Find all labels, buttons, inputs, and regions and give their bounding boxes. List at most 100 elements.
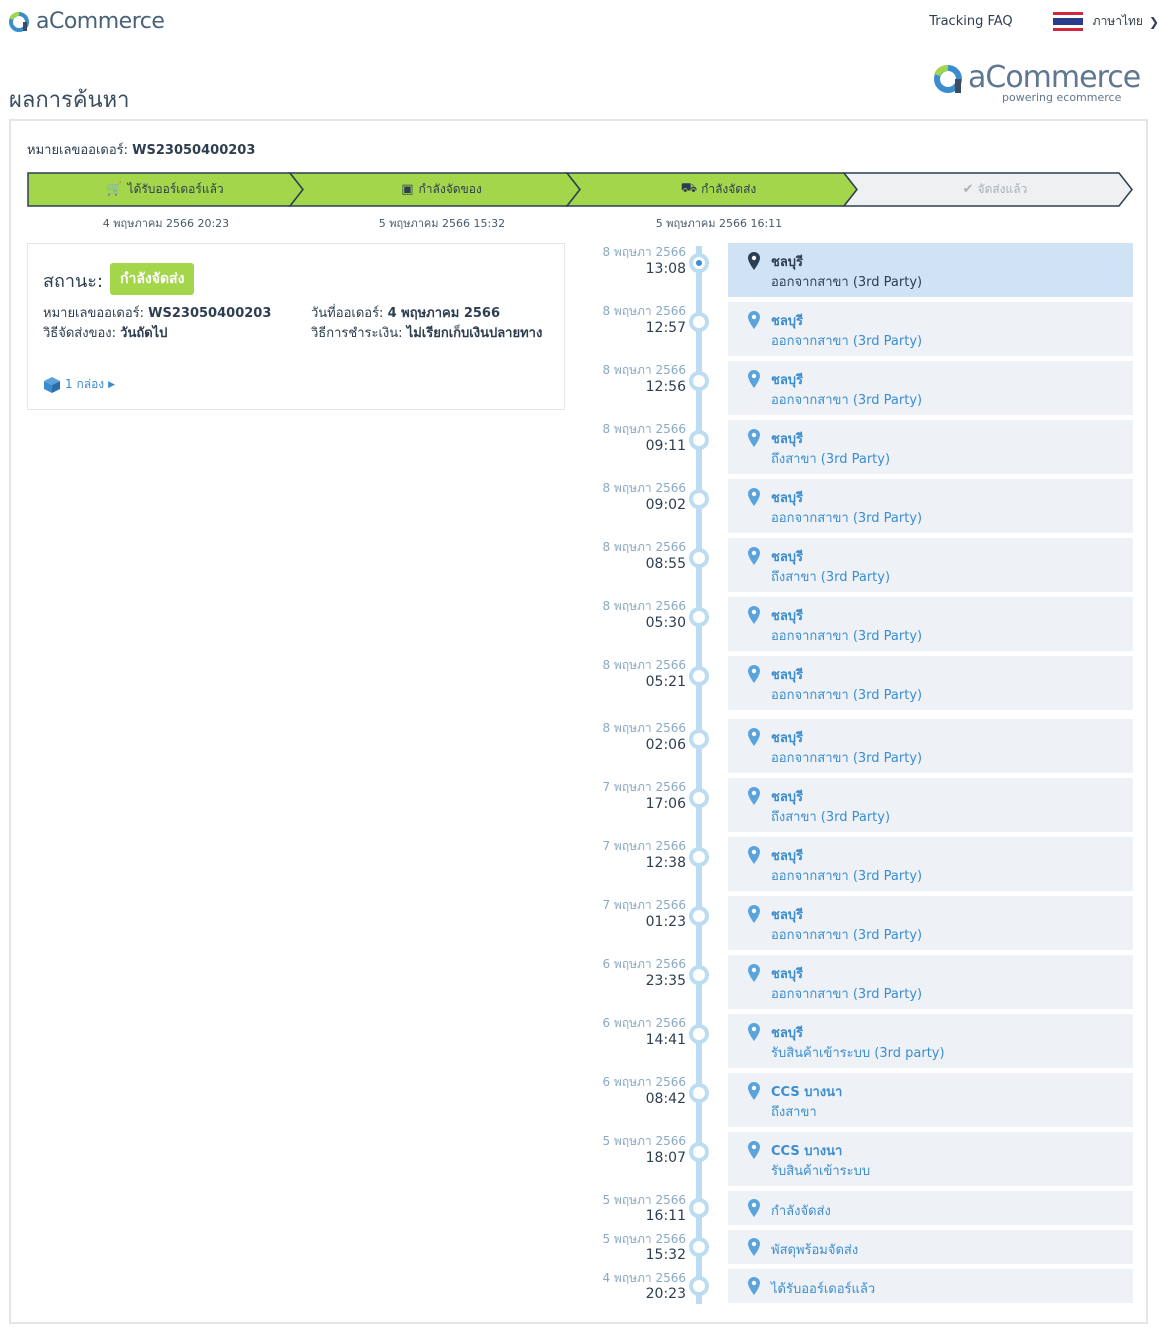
event-location: ชลบุรี	[771, 491, 804, 506]
event-date: 7 พฤษภา 2566	[602, 898, 686, 912]
event-card[interactable]: ได้รับออร์เดอร์แล้ว	[728, 1269, 1133, 1303]
event-card[interactable]: กำลังจัดส่ง	[728, 1191, 1133, 1225]
status-order: หมายเลขออเดอร์: WS23050400203	[43, 304, 303, 324]
status-panel: สถานะ: กำลังจัดส่ง หมายเลขออเดอร์: WS230…	[27, 243, 565, 410]
event-time: 15:32	[645, 1247, 686, 1263]
event-date: 6 พฤษภา 2566	[602, 1075, 686, 1089]
event-card[interactable]: ชลบุรี ออกจากสาขา (3rd Party)	[728, 302, 1133, 356]
event-dot	[689, 1024, 709, 1044]
event-time: 09:11	[645, 438, 686, 454]
status-date-label: วันที่ออเดอร์:	[311, 306, 384, 321]
brand-logo[interactable]: aCommerce	[8, 9, 165, 34]
chevron-down-icon[interactable]: ❯	[1149, 15, 1159, 29]
step-packing: ▣ กำลังจัดของ	[303, 172, 580, 206]
event-dot	[689, 1276, 709, 1296]
caret-right-icon: ▶	[108, 379, 116, 390]
event-date: 8 พฤษภา 2566	[602, 540, 686, 554]
progress-steps: 🛒 ได้รับออร์เดอร์แล้ว ▣ กำลังจัดของ ⛟ กำ…	[27, 172, 1133, 208]
big-logo-tagline: powering ecommerce	[1002, 91, 1122, 104]
status-label: สถานะ:	[43, 271, 104, 292]
event-card[interactable]: ชลบุรีออกจากสาขา (3rd Party)	[728, 896, 1133, 950]
event-card[interactable]: ชลบุรี ออกจากสาขา (3rd Party)	[728, 361, 1133, 415]
language-selector[interactable]: ภาษาไทย	[1093, 12, 1143, 31]
map-pin-icon	[748, 1023, 760, 1041]
event-time: 08:42	[645, 1091, 686, 1107]
event-description: พัสดุพร้อมจัดส่ง	[771, 1243, 859, 1258]
event-dot	[689, 371, 709, 391]
event-description: ออกจากสาขา (3rd Party)	[771, 334, 923, 349]
event-dot	[689, 312, 709, 332]
big-logo-text: aCommerce	[968, 60, 1141, 95]
event-date: 6 พฤษภา 2566	[602, 1016, 686, 1030]
map-pin-icon	[748, 905, 760, 923]
status-date: วันที่ออเดอร์: 4 พฤษภาคม 2566	[311, 304, 551, 324]
event-dot	[689, 729, 709, 749]
event-card[interactable]: CCS บางนา รับสินค้าเข้าระบบ	[728, 1132, 1133, 1186]
boxes-link[interactable]: 1 กล่อง ▶	[43, 375, 115, 394]
status-date-value: 4 พฤษภาคม 2566	[387, 306, 501, 321]
event-date: 8 พฤษภา 2566	[602, 422, 686, 436]
event-date: 5 พฤษภา 2566	[602, 1134, 686, 1148]
status-payment-value: ไม่เรียกเก็บเงินปลายทาง	[406, 326, 543, 341]
event-card[interactable]: พัสดุพร้อมจัดส่ง	[728, 1230, 1133, 1264]
cart-icon: 🛒	[106, 181, 123, 197]
map-pin-icon	[748, 547, 760, 565]
event-dot	[689, 1198, 709, 1218]
brand-name: aCommerce	[36, 9, 165, 34]
event-card[interactable]: ชลบุรี ออกจากสาขา (3rd Party)	[728, 597, 1133, 651]
event-card[interactable]: ชลบุรี ออกจากสาขา (3rd Party)	[728, 656, 1133, 710]
map-pin-icon	[748, 1141, 760, 1159]
tracking-faq-link[interactable]: Tracking FAQ	[929, 14, 1012, 29]
event-time: 12:38	[645, 855, 686, 871]
event-time: 12:57	[645, 320, 686, 336]
event-card[interactable]: ชลบุรี ออกจากสาขา (3rd Party)	[728, 479, 1133, 533]
event-card[interactable]: ชลบุรีออกจากสาขา (3rd Party)	[728, 243, 1133, 297]
event-description: ออกจากสาขา (3rd Party)	[771, 987, 923, 1002]
event-time: 02:06	[645, 737, 686, 753]
event-description: รับสินค้าเข้าระบบ (3rd party)	[771, 1046, 945, 1061]
event-dot	[689, 548, 709, 568]
event-location: ชลบุรี	[771, 908, 804, 923]
event-description: ออกจากสาขา (3rd Party)	[771, 275, 923, 290]
event-dot	[689, 430, 709, 450]
event-location: ชลบุรี	[771, 1026, 804, 1041]
step-packing-label: กำลังจัดของ	[418, 181, 482, 196]
event-date: 8 พฤษภา 2566	[602, 721, 686, 735]
event-time: 01:23	[645, 914, 686, 930]
event-card[interactable]: ชลบุรีออกจากสาขา (3rd Party)	[728, 955, 1133, 1009]
event-dot	[689, 1237, 709, 1257]
event-description: ออกจากสาขา (3rd Party)	[771, 928, 923, 943]
event-dot	[689, 607, 709, 627]
map-pin-icon	[748, 488, 760, 506]
event-time: 12:56	[645, 379, 686, 395]
event-location: ชลบุรี	[771, 255, 804, 270]
event-location: CCS บางนา	[771, 1144, 843, 1159]
event-date: 8 พฤษภา 2566	[602, 481, 686, 495]
order-number-value: WS23050400203	[132, 143, 256, 158]
map-pin-icon	[748, 252, 760, 270]
order-number: หมายเลขออเดอร์: WS23050400203	[27, 139, 255, 160]
event-date: 8 พฤษภา 2566	[602, 304, 686, 318]
step-received-date: 4 พฤษภาคม 2566 20:23	[102, 217, 230, 230]
map-pin-icon	[748, 964, 760, 982]
map-pin-icon	[748, 665, 760, 683]
event-description: ถึงสาขา (3rd Party)	[771, 570, 891, 585]
event-card[interactable]: ชลบุรี ถึงสาขา (3rd Party)	[728, 420, 1133, 474]
event-time: 14:41	[645, 1032, 686, 1048]
event-card[interactable]: ชลบุรีรับสินค้าเข้าระบบ (3rd party)	[728, 1014, 1133, 1068]
event-card[interactable]: ชลบุรี ถึงสาขา (3rd Party)	[728, 778, 1133, 832]
step-shipping-date: 5 พฤษภาคม 2566 16:11	[655, 217, 783, 230]
event-location: ชลบุรี	[771, 967, 804, 982]
event-card[interactable]: ชลบุรี ออกจากสาขา (3rd Party)	[728, 837, 1133, 891]
event-location: ชลบุรี	[771, 432, 804, 447]
step-packing-date: 5 พฤษภาคม 2566 15:32	[378, 217, 506, 230]
event-time: 08:55	[645, 556, 686, 572]
event-date: 7 พฤษภา 2566	[602, 780, 686, 794]
event-card[interactable]: ชลบุรี ออกจากสาขา (3rd Party)	[728, 719, 1133, 773]
event-card[interactable]: CCS บางนา ถึงสาขา	[728, 1073, 1133, 1127]
status-payment-label: วิธีการชำระเงิน:	[311, 326, 403, 341]
event-location: ชลบุรี	[771, 731, 804, 746]
event-card[interactable]: ชลบุรี ถึงสาขา (3rd Party)	[728, 538, 1133, 592]
order-number-label: หมายเลขออเดอร์:	[27, 143, 129, 158]
event-location: ชลบุรี	[771, 849, 804, 864]
